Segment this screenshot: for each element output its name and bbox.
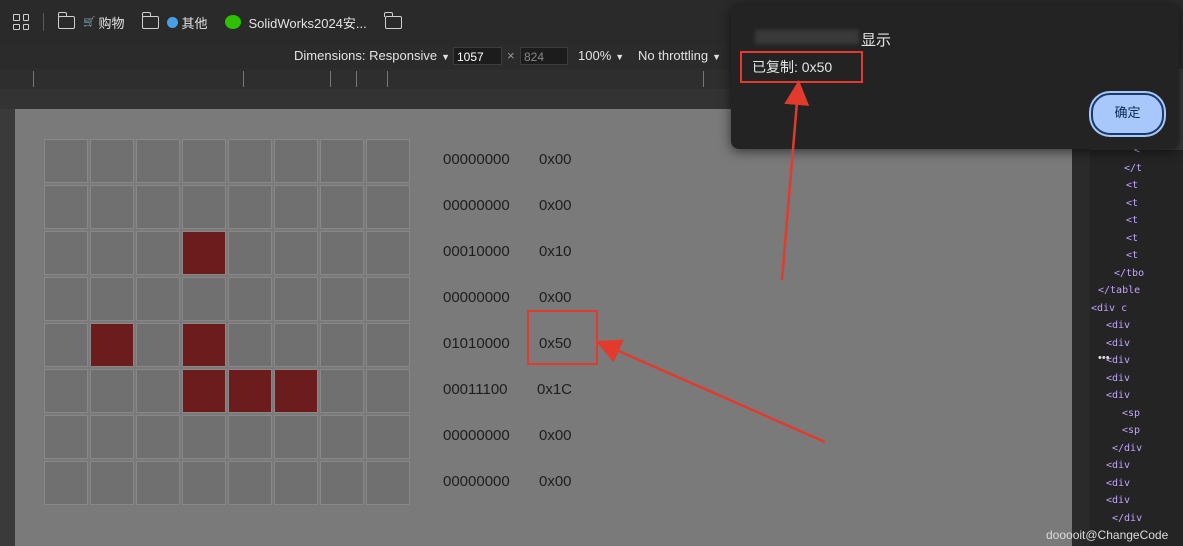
arrow-to-hex <box>595 339 826 444</box>
arrow-to-dialog <box>780 80 810 281</box>
watermark: dooooit@ChangeCode <box>1046 528 1169 542</box>
annotation-arrows <box>595 80 826 444</box>
